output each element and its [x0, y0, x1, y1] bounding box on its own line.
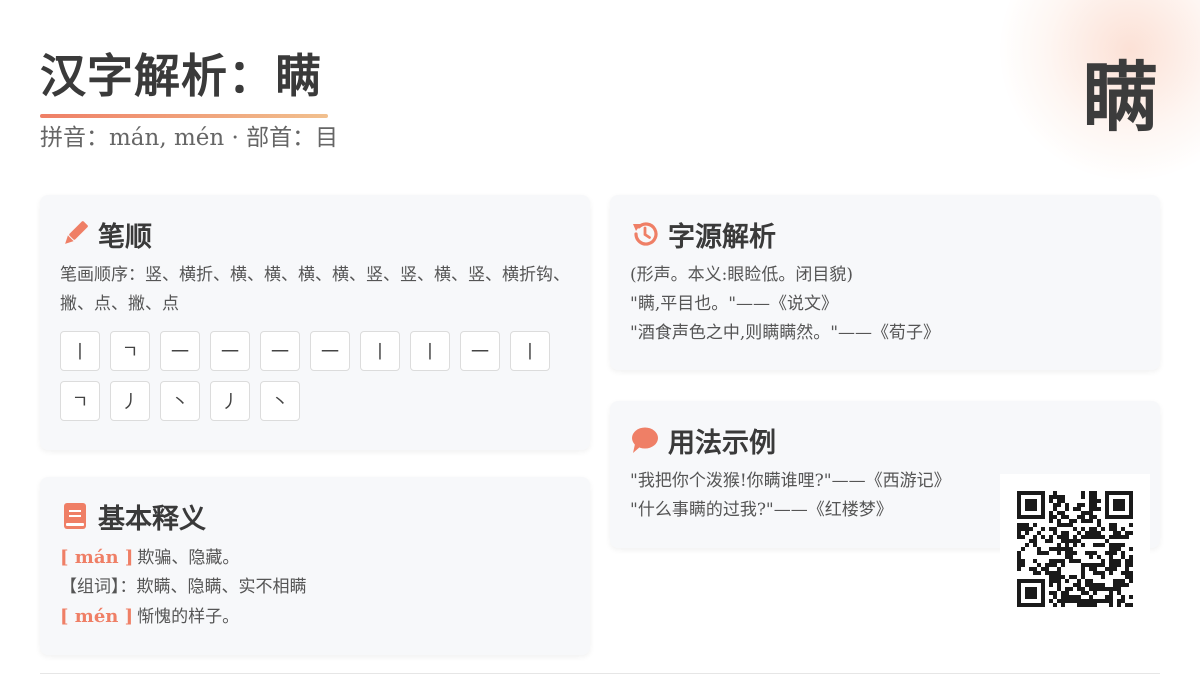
speech-bubble-icon	[630, 425, 660, 455]
stroke-box: 丶	[260, 381, 300, 421]
origin-line: (形声。本义:眼睑低。闭目貌)	[630, 265, 853, 285]
history-icon	[630, 219, 660, 249]
stroke-box: 丨	[360, 331, 400, 371]
origin-line: "瞒,平目也。"——《说文》	[630, 294, 839, 314]
basic-meaning-card: 基本释义 [ mán ] 欺骗、隐藏。 【组词】：欺瞒、隐瞒、实不相瞒 [ mén…	[40, 477, 590, 655]
meaning-entry: [ mán ] 欺骗、隐藏。	[60, 543, 570, 573]
character-origin-card: 字源解析 (形声。本义:眼睑低。闭目貌) "瞒,平目也。"——《说文》 "酒食声…	[610, 195, 1160, 370]
stroke-box: 一	[460, 331, 500, 371]
stroke-box: 一	[160, 331, 200, 371]
page-title: 汉字解析：瞒	[40, 49, 322, 103]
pencil-icon	[60, 219, 90, 249]
meaning-text: 欺骗、隐藏。	[137, 548, 240, 568]
meaning-pinyin: [ mén ]	[60, 606, 134, 627]
featured-character: 瞒	[1082, 53, 1158, 142]
stroke-box: ㄱ	[60, 381, 100, 421]
stroke-box: 丶	[160, 381, 200, 421]
meaning-entry: [ mén ] 惭愧的样子。	[60, 602, 570, 632]
qr-code-icon	[1017, 491, 1133, 607]
stroke-box: 一	[310, 331, 350, 371]
qr-code	[1000, 474, 1150, 624]
stroke-box: 一	[210, 331, 250, 371]
stroke-box: 一	[260, 331, 300, 371]
stroke-order-title: 笔顺	[98, 221, 152, 253]
character-origin-title: 字源解析	[668, 221, 776, 253]
origin-line: "酒食声色之中,则瞒瞒然。"——《荀子》	[630, 323, 941, 343]
stroke-order-heading: 笔顺	[60, 215, 570, 253]
meaning-text: 惭愧的样子。	[137, 607, 240, 627]
stroke-box: 丿	[110, 381, 150, 421]
bottom-divider	[40, 673, 1160, 674]
book-icon	[60, 501, 90, 531]
stroke-box: 丨	[410, 331, 450, 371]
stroke-order-text: 笔画顺序：竖、横折、横、横、横、横、竖、竖、横、竖、横折钩、撇、点、撇、点	[60, 265, 570, 314]
basic-meaning-title: 基本释义	[98, 503, 206, 535]
stroke-box: 丿	[210, 381, 250, 421]
stroke-box: ㄱ	[110, 331, 150, 371]
usage-examples-title: 用法示例	[668, 427, 776, 459]
meaning-text: 【组词】：欺瞒、隐瞒、实不相瞒	[60, 577, 307, 597]
character-origin-heading: 字源解析	[630, 215, 1140, 253]
stroke-order-card: 笔顺 笔画顺序：竖、横折、横、横、横、横、竖、竖、横、竖、横折钩、撇、点、撇、点…	[40, 195, 590, 450]
stroke-box: 丨	[510, 331, 550, 371]
meaning-pinyin: [ mán ]	[60, 547, 134, 568]
meaning-entry: 【组词】：欺瞒、隐瞒、实不相瞒	[60, 573, 570, 602]
stroke-box: 丨	[60, 331, 100, 371]
title-underline	[40, 114, 328, 118]
stroke-grid: 丨 ㄱ 一 一 一 一 丨 丨 一 丨 ㄱ 丿 丶 丿 丶	[60, 331, 560, 421]
usage-examples-heading: 用法示例	[630, 421, 1140, 459]
page-subtitle: 拼音：mán, mén · 部首：目	[40, 125, 339, 151]
basic-meaning-heading: 基本释义	[60, 497, 570, 535]
